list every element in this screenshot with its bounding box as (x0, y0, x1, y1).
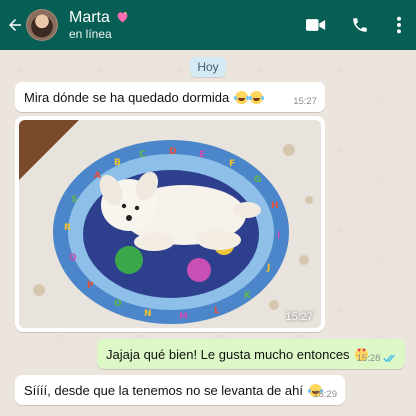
video-call-button[interactable] (294, 3, 338, 47)
svg-text:O: O (114, 299, 122, 309)
date-chip: Hoy (190, 57, 226, 77)
message-text: Síííí, desde que la tenemos no se levant… (24, 383, 303, 398)
svg-text:B: B (114, 158, 121, 168)
message-time: 15:28 (356, 353, 381, 364)
avatar[interactable] (26, 9, 58, 41)
svg-text:A: A (94, 171, 101, 181)
svg-text:P: P (87, 281, 94, 291)
message-text: Jajaja qué bien! Le gusta mucho entonces (106, 347, 350, 362)
message-text: Mira dónde se ha quedado dormida (24, 90, 230, 105)
message-bubble-outgoing[interactable]: Jajaja qué bien! Le gusta mucho entonces… (97, 339, 405, 369)
message-time: 15:29 (313, 389, 337, 400)
contact-info[interactable]: Marta en línea (69, 8, 129, 42)
more-options-icon (397, 16, 401, 34)
image-message[interactable]: A B C D E F G H I J K L M N O P Q R S 15:27 (15, 116, 325, 332)
svg-text:D: D (169, 147, 176, 157)
svg-text:N: N (144, 309, 152, 319)
svg-text:I: I (277, 231, 280, 241)
svg-text:C: C (139, 150, 146, 160)
video-call-icon (306, 19, 326, 31)
laughing-emoji-icon (248, 91, 263, 104)
svg-text:S: S (71, 195, 77, 205)
svg-text:L: L (214, 306, 220, 316)
svg-text:M: M (179, 312, 188, 322)
photo[interactable]: A B C D E F G H I J K L M N O P Q R S 15:27 (19, 120, 321, 328)
message-bubble-incoming[interactable]: Síííí, desde que la tenemos no se levant… (15, 375, 345, 405)
contact-status: en línea (69, 27, 112, 41)
phone-call-icon (353, 18, 367, 32)
svg-text:F: F (229, 159, 235, 169)
contact-name: Marta (69, 9, 110, 26)
message-time-with-status: 15:28 (357, 353, 397, 364)
laughing-emoji-icon (233, 91, 248, 104)
message-time: 15:27 (293, 96, 317, 107)
photo-dog-icon: A B C D E F G H I J K L M N O P Q R S (19, 120, 321, 328)
more-options-button[interactable] (382, 3, 416, 47)
svg-text:G: G (254, 175, 261, 185)
header-actions (294, 3, 416, 47)
image-time: 15:27 (285, 311, 313, 323)
message-bubble-incoming[interactable]: Mira dónde se ha quedado dormida 15:27 (15, 82, 325, 112)
svg-text:Q: Q (69, 253, 77, 263)
phone-call-button[interactable] (338, 3, 382, 47)
double-check-read-icon (383, 354, 395, 363)
svg-text:R: R (64, 223, 71, 233)
svg-text:E: E (199, 150, 205, 160)
svg-text:H: H (271, 201, 279, 211)
chat-header: Marta en línea (0, 0, 416, 50)
back-button[interactable] (4, 16, 26, 34)
heart-icon (117, 11, 128, 23)
svg-text:J: J (266, 263, 270, 273)
arrow-left-icon (9, 19, 21, 31)
svg-text:K: K (244, 291, 252, 301)
